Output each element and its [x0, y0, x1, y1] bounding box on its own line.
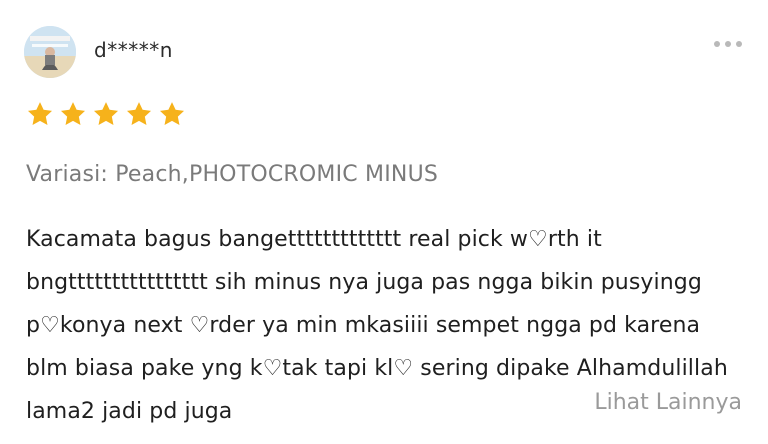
- more-dots-icon: [714, 41, 720, 47]
- star-icon: [59, 100, 87, 128]
- review-text-line: bngtttttttttttttttt sih minus nya juga p…: [26, 270, 702, 295]
- review-text-line: p♡konya next ♡rder ya min mkasiiii sempe…: [26, 313, 701, 338]
- avatar-image: [24, 26, 76, 78]
- avatar[interactable]: [24, 26, 76, 78]
- more-dots-icon: [736, 41, 742, 47]
- more-dots-icon: [725, 41, 731, 47]
- review-header: d*****n: [24, 24, 748, 80]
- star-rating: [26, 100, 186, 128]
- star-icon: [125, 100, 153, 128]
- star-icon: [26, 100, 54, 128]
- star-icon: [92, 100, 120, 128]
- product-variation: Variasi: Peach,PHOTOCROMIC MINUS: [26, 162, 439, 187]
- review-card: d*****n Variasi: Peach,PHOTOCROMIC MINUS…: [0, 0, 768, 444]
- star-icon: [158, 100, 186, 128]
- more-options-button[interactable]: [708, 34, 748, 54]
- review-text-line: Kacamata bagus bangettttttttttttt real p…: [26, 227, 602, 252]
- review-text-line: blm biasa pake yng k♡tak tapi kl♡ sering…: [26, 356, 728, 381]
- see-more-link[interactable]: Lihat Lainnya: [594, 390, 742, 415]
- reviewer-username: d*****n: [94, 38, 173, 62]
